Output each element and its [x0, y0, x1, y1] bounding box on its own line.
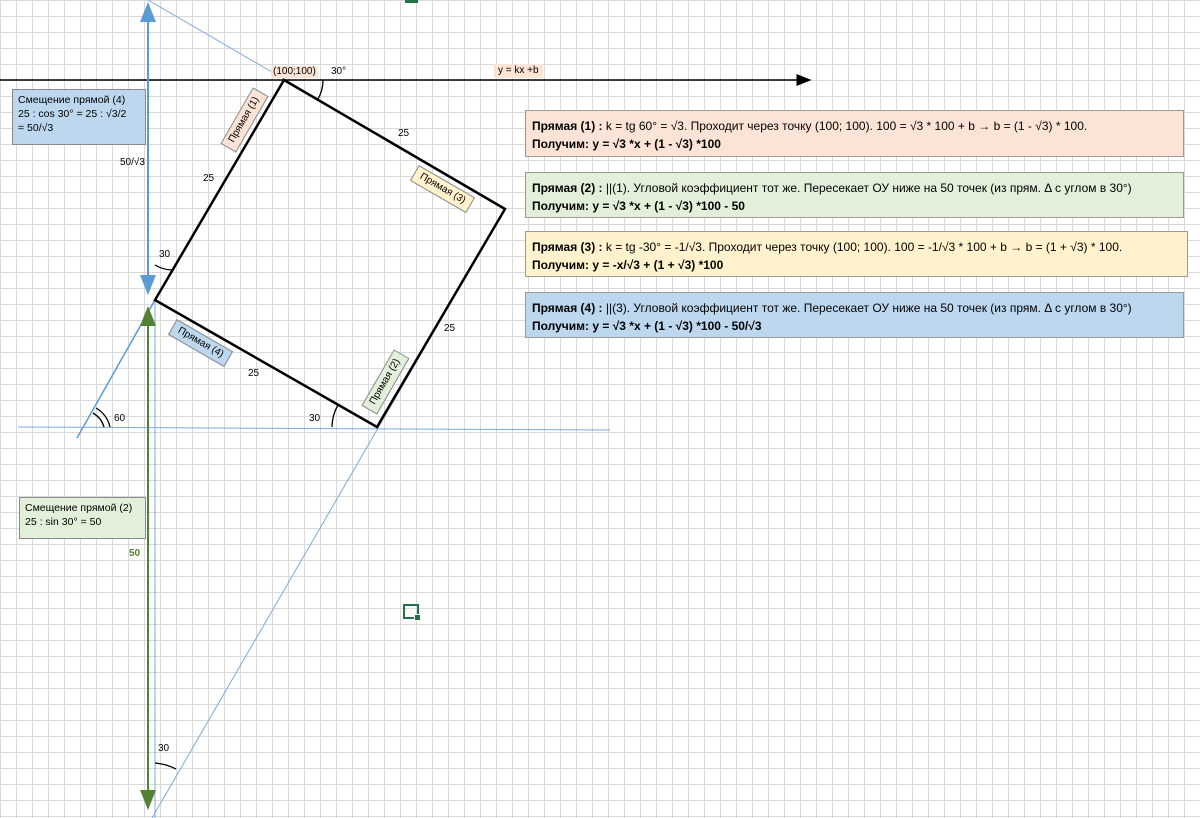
- equation-result: Получим: y = √3 *x + (1 - √3) *100: [532, 137, 721, 151]
- equation-box-line-1: Прямая (1) : k = tg 60° = √3. Проходит ч…: [525, 110, 1184, 157]
- square: [153, 78, 507, 429]
- equation-title: Прямая (2) :: [532, 181, 603, 195]
- offset-label-upper: 50/√3: [120, 157, 145, 168]
- angle-arc-top: [317, 79, 324, 100]
- note-line: = 50/√3: [18, 122, 54, 134]
- side-length-label: 25: [398, 128, 410, 139]
- note-shift-line-2: Смещение прямой (2) 25 : sin 30° = 50: [19, 497, 146, 539]
- equation-result: Получим: y = -x/√3 + (1 + √3) *100: [532, 258, 724, 272]
- note-line: Смещение прямой (2): [25, 502, 133, 514]
- equation-title: Прямая (3) :: [532, 240, 603, 254]
- angle-arc-ray-inner: [92, 412, 105, 428]
- equation-box-line-3: Прямая (3) : k = tg -30° = -1/√3. Проход…: [525, 231, 1188, 277]
- note-shift-line-4: Смещение прямой (4) 25 : cos 30° = 25 : …: [12, 89, 146, 145]
- equation-result: Получим: y = √3 *x + (1 - √3) *100 - 50: [532, 199, 745, 213]
- note-line: 25 : sin 30° = 50: [25, 516, 102, 528]
- side-length-label: 25: [203, 173, 215, 184]
- angle-label-bottom: 30: [309, 413, 321, 424]
- equation-box-line-2: Прямая (2) : ||(1). Угловой коэффициент …: [525, 172, 1184, 218]
- offset-label-lower: 50: [129, 548, 141, 559]
- helper-line-horizontal: [17, 426, 611, 431]
- equation-title: Прямая (1) :: [532, 119, 603, 133]
- note-line: 25 : cos 30° = 25 : √3/2: [18, 108, 127, 120]
- equation-title: Прямая (4) :: [532, 301, 603, 315]
- equation-label: y = kx +b: [494, 64, 543, 78]
- equation-text: ||(3). Угловой коэффициент тот же. Перес…: [602, 301, 1132, 315]
- equation-box-line-4: Прямая (4) : ||(3). Угловой коэффициент …: [525, 292, 1184, 338]
- helper-line-top: [147, 0, 285, 80]
- angle-arc-left: [154, 264, 173, 271]
- equation-result: Получим: y = √3 *x + (1 - √3) *100 - 50/…: [532, 319, 762, 333]
- side-length-label: 25: [444, 323, 456, 334]
- side-length-label: 25: [248, 368, 260, 379]
- angle-label-ray: 60: [114, 413, 126, 424]
- angle-label-left: 30: [159, 249, 171, 260]
- point-label: (100;100): [271, 66, 318, 78]
- angle-arc-bottom-arrow: [154, 762, 177, 770]
- equation-text: k = tg 60° = √3. Проходит через точку (1…: [602, 119, 1088, 133]
- equation-text: k = tg -30° = -1/√3. Проходит через точк…: [602, 240, 1123, 254]
- note-line: Смещение прямой (4): [18, 94, 126, 106]
- equation-text: ||(1). Угловой коэффициент тот же. Перес…: [602, 181, 1132, 195]
- active-cell-cursor[interactable]: [403, 604, 421, 621]
- angle-arc-bottom: [331, 404, 339, 428]
- angle-label-top: 30°: [331, 66, 347, 77]
- angle-label-bottom-arrow: 30: [158, 743, 170, 754]
